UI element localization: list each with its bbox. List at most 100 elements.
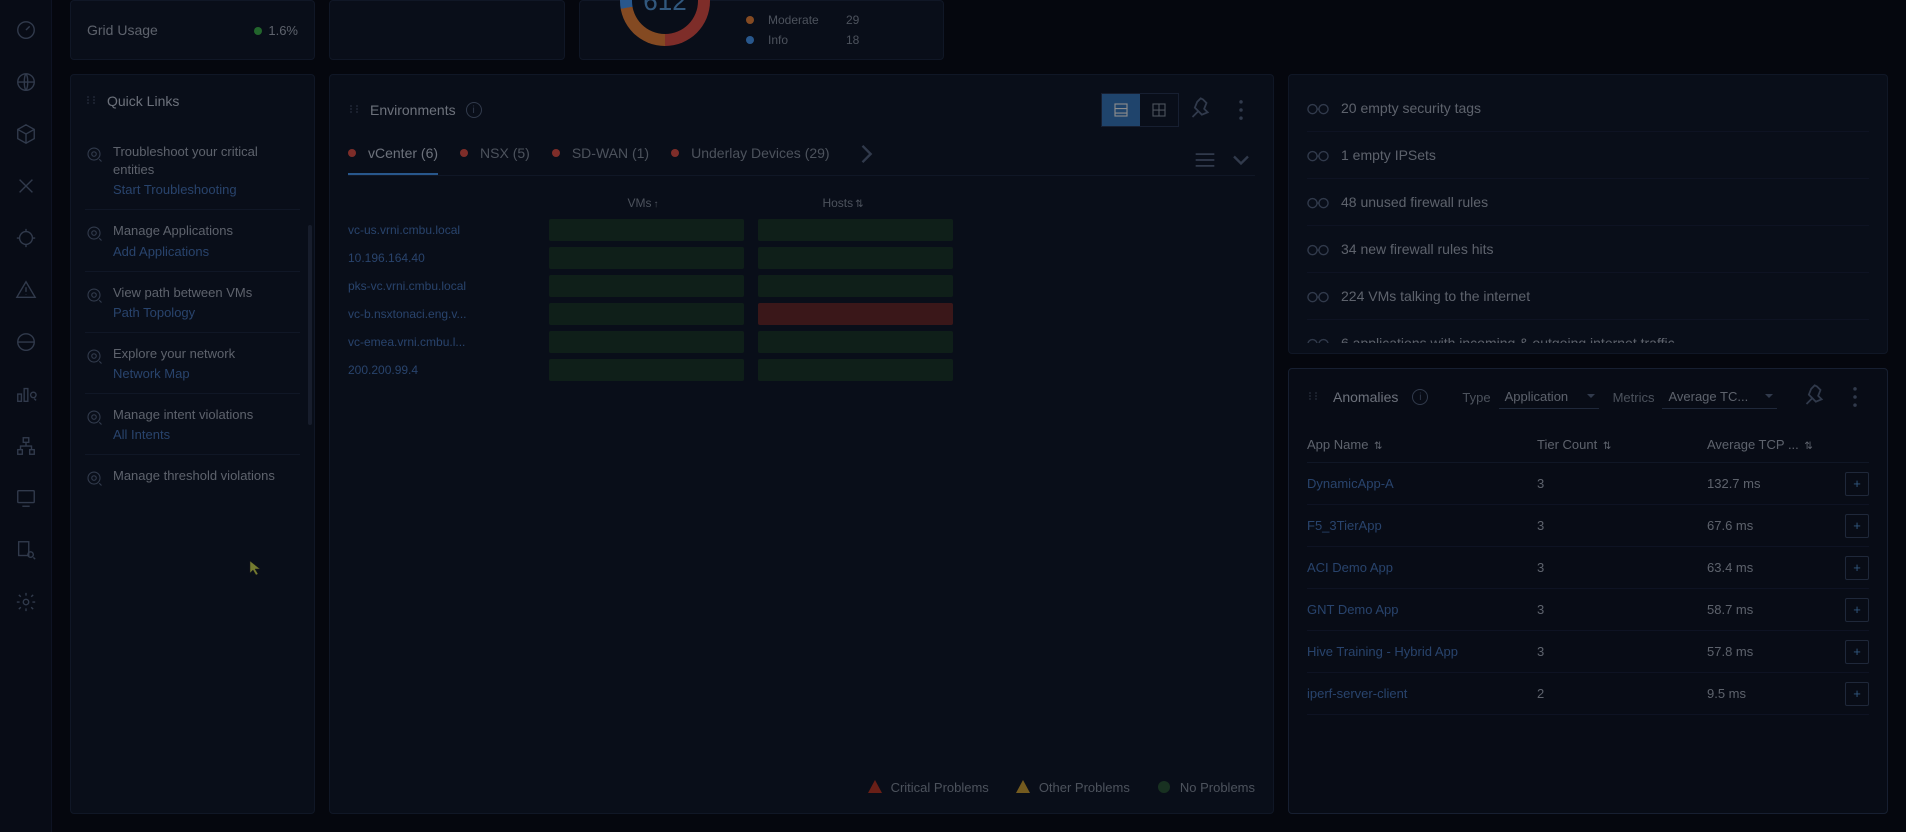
hosts-bar[interactable] — [758, 331, 953, 353]
env-tab[interactable]: SD-WAN (1) — [552, 145, 649, 175]
col-vms[interactable]: VMs↑ — [543, 196, 743, 210]
col-hosts[interactable]: Hosts⇅ — [743, 196, 943, 210]
pin-icon[interactable] — [1803, 383, 1831, 411]
anomaly-app-link[interactable]: F5_3TierApp — [1307, 518, 1537, 533]
view-table-button[interactable] — [1140, 94, 1178, 126]
vms-bar[interactable] — [549, 247, 744, 269]
env-row: vc-us.vrni.cmbu.local — [348, 216, 1255, 244]
env-tab[interactable]: NSX (5) — [460, 145, 530, 175]
quick-links-scrollbar[interactable] — [308, 225, 312, 425]
quick-link-item: Troubleshoot your critical entities Star… — [85, 131, 300, 210]
quick-link-action[interactable]: Start Troubleshooting — [113, 182, 300, 197]
col-app-name[interactable]: App Name ⇅ — [1307, 437, 1537, 452]
hosts-bar[interactable] — [758, 303, 953, 325]
target-icon — [85, 145, 103, 163]
env-name-link[interactable]: vc-b.nsxtonaci.eng.v... — [348, 307, 543, 321]
network-icon[interactable] — [14, 434, 38, 458]
anomaly-avg: 58.7 ms — [1707, 602, 1845, 617]
anomaly-avg: 132.7 ms — [1707, 476, 1845, 491]
env-legend: Critical Problems Other Problems No Prob… — [348, 759, 1255, 795]
drag-handle-icon[interactable] — [348, 103, 360, 118]
grid-usage-value: 1.6% — [254, 23, 298, 38]
expand-button[interactable]: + — [1845, 472, 1869, 496]
view-toggle — [1101, 93, 1179, 127]
info-icon[interactable]: i — [466, 102, 482, 118]
tools-icon[interactable] — [14, 174, 38, 198]
type-select[interactable]: Application — [1499, 385, 1599, 409]
quick-link-action[interactable]: Add Applications — [113, 244, 233, 259]
binoculars-icon — [1307, 240, 1329, 258]
hosts-bar[interactable] — [758, 219, 953, 241]
vms-bar[interactable] — [549, 359, 744, 381]
insight-row[interactable]: 1 empty IPSets — [1307, 132, 1869, 179]
info-icon[interactable]: i — [1412, 389, 1428, 405]
donut-chart: 612 — [620, 0, 710, 46]
target-icon[interactable] — [14, 226, 38, 250]
world-icon[interactable] — [14, 330, 38, 354]
env-name-link[interactable]: 10.196.164.40 — [348, 251, 543, 265]
quick-link-action[interactable]: Network Map — [113, 366, 235, 381]
alert-icon[interactable] — [14, 278, 38, 302]
vms-bar[interactable] — [549, 303, 744, 325]
vms-bar[interactable] — [549, 275, 744, 297]
globe-icon[interactable] — [14, 70, 38, 94]
env-name-link[interactable]: 200.200.99.4 — [348, 363, 543, 377]
target-icon — [85, 469, 103, 487]
chevron-down-icon[interactable] — [1227, 146, 1255, 174]
donut-legend-moderate[interactable]: Moderate 29 — [746, 13, 859, 27]
expand-button[interactable]: + — [1845, 598, 1869, 622]
gauge-icon[interactable] — [14, 18, 38, 42]
pin-icon[interactable] — [1189, 96, 1217, 124]
vms-bar[interactable] — [549, 219, 744, 241]
insight-row[interactable]: 34 new firewall rules hits — [1307, 226, 1869, 273]
more-icon[interactable] — [1841, 383, 1869, 411]
expand-button[interactable]: + — [1845, 640, 1869, 664]
insight-row[interactable]: 48 unused firewall rules — [1307, 179, 1869, 226]
insight-row[interactable]: 224 VMs talking to the internet — [1307, 273, 1869, 320]
anomaly-avg: 63.4 ms — [1707, 560, 1845, 575]
quick-link-label: Manage intent violations — [113, 406, 253, 424]
quick-link-action[interactable]: All Intents — [113, 427, 253, 442]
anomaly-app-link[interactable]: iperf-server-client — [1307, 686, 1537, 701]
gear-icon[interactable] — [14, 590, 38, 614]
anomaly-app-link[interactable]: GNT Demo App — [1307, 602, 1537, 617]
env-name-link[interactable]: pks-vc.vrni.cmbu.local — [348, 279, 543, 293]
insight-row[interactable]: 20 empty security tags — [1307, 85, 1869, 132]
monitor-icon[interactable] — [14, 486, 38, 510]
vms-bar[interactable] — [549, 331, 744, 353]
env-row: 10.196.164.40 — [348, 244, 1255, 272]
legend-critical: Critical Problems — [867, 779, 989, 795]
anomaly-app-link[interactable]: ACI Demo App — [1307, 560, 1537, 575]
col-avg-tcp[interactable]: Average TCP ... ⇅ — [1707, 437, 1839, 452]
env-name-link[interactable]: vc-us.vrni.cmbu.local — [348, 223, 543, 237]
env-tab[interactable]: Underlay Devices (29) — [671, 145, 830, 175]
expand-button[interactable]: + — [1845, 514, 1869, 538]
view-chart-button[interactable] — [1102, 94, 1140, 126]
drag-handle-icon[interactable] — [85, 93, 97, 109]
expand-button[interactable]: + — [1845, 556, 1869, 580]
env-tab[interactable]: vCenter (6) — [348, 145, 438, 175]
drag-handle-icon[interactable] — [1307, 390, 1319, 405]
more-icon[interactable] — [1227, 96, 1255, 124]
expand-button[interactable]: + — [1845, 682, 1869, 706]
insight-row[interactable]: 6 applications with incoming & outgoing … — [1307, 320, 1869, 343]
metrics-select[interactable]: Average TC... — [1662, 385, 1777, 409]
chart-search-icon[interactable] — [14, 382, 38, 406]
anomaly-app-link[interactable]: Hive Training - Hybrid App — [1307, 644, 1537, 659]
donut-legend-info[interactable]: Info 18 — [746, 33, 859, 47]
hosts-bar[interactable] — [758, 275, 953, 297]
doc-search-icon[interactable] — [14, 538, 38, 562]
quick-link-action[interactable]: Path Topology — [113, 305, 252, 320]
env-name-link[interactable]: vc-emea.vrni.cmbu.l... — [348, 335, 543, 349]
tabs-next-icon[interactable] — [852, 146, 880, 174]
anomaly-app-link[interactable]: DynamicApp-A — [1307, 476, 1537, 491]
environments-panel: Environments i vCenter (6)NSX (5)SD-WAN … — [329, 74, 1274, 814]
col-tier-count[interactable]: Tier Count ⇅ — [1537, 437, 1707, 452]
nav-sidebar — [0, 0, 52, 832]
insight-text: 20 empty security tags — [1341, 100, 1481, 116]
cube-icon[interactable] — [14, 122, 38, 146]
hosts-bar[interactable] — [758, 359, 953, 381]
other-icon — [1015, 779, 1031, 795]
list-icon[interactable] — [1191, 146, 1219, 174]
hosts-bar[interactable] — [758, 247, 953, 269]
